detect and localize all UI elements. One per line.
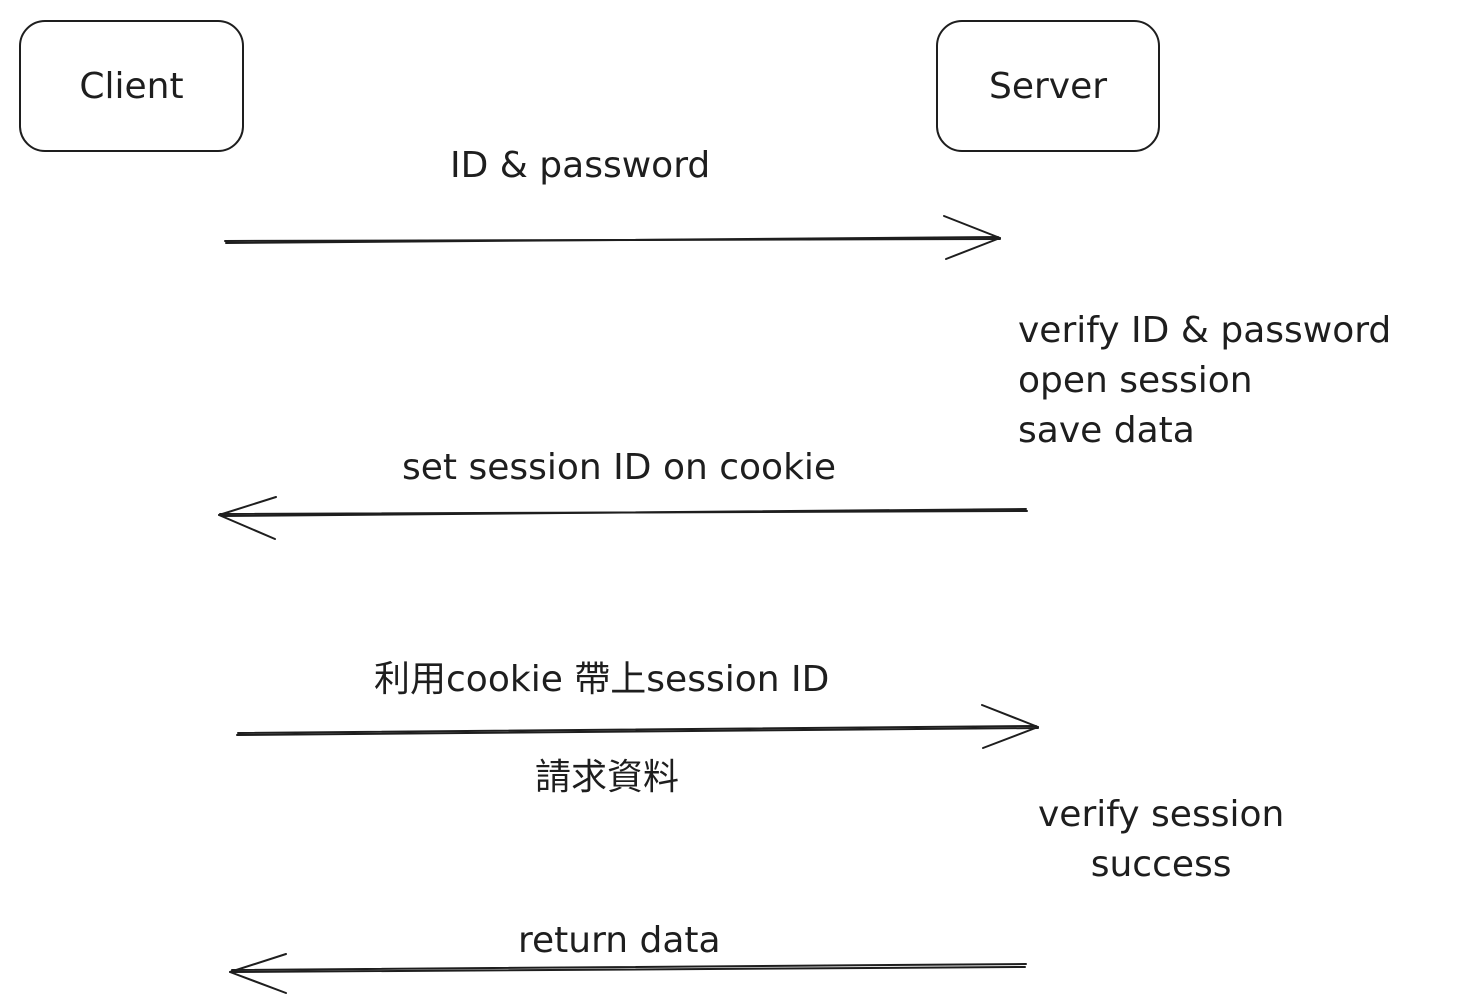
- request-message-label: 利用cookie 帶上session ID: [374, 659, 830, 700]
- arrow-login: [224, 215, 1001, 260]
- client-label: Client: [79, 65, 184, 107]
- response-message-label: return data: [518, 920, 721, 961]
- note-line-verify-credentials: verify ID & password: [1018, 310, 1392, 351]
- note-line-open-session: open session: [1018, 360, 1253, 401]
- client-node: Client: [19, 20, 244, 152]
- set-cookie-message-label: set session ID on cookie: [402, 447, 837, 488]
- login-message-label: ID & password: [450, 145, 711, 186]
- server-verify-note: verify session success: [1038, 790, 1284, 890]
- note-line-success: success: [1090, 844, 1232, 885]
- note-line-verify-session: verify session: [1038, 794, 1285, 835]
- server-label: Server: [988, 65, 1108, 107]
- server-node: Server: [936, 20, 1160, 152]
- arrow-set-cookie: [218, 496, 1028, 540]
- arrow-request: [236, 704, 1039, 749]
- server-login-note: verify ID & password open session save d…: [1018, 306, 1391, 456]
- request-message-sublabel: 請求資料: [535, 757, 680, 798]
- note-line-save-data: save data: [1018, 410, 1195, 451]
